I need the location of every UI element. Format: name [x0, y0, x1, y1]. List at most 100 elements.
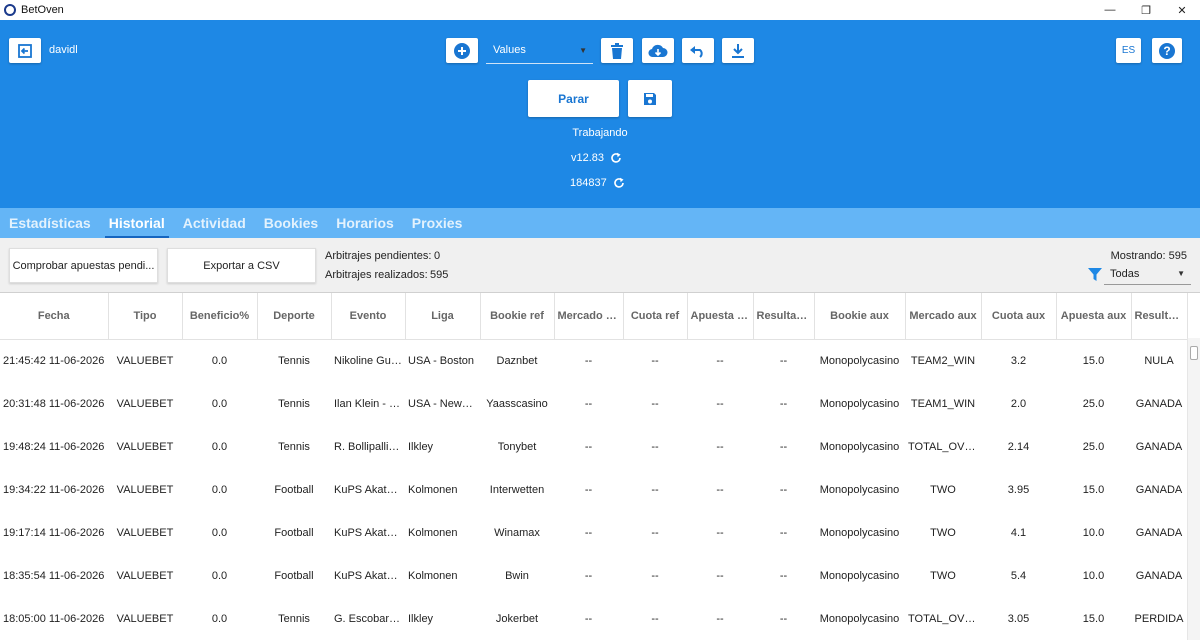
add-button[interactable]	[446, 38, 478, 63]
mode-select-value: Values	[493, 44, 526, 56]
table-cell: 25.0	[1082, 440, 1105, 453]
undo-button[interactable]	[682, 38, 714, 63]
table-cell: Kolmonen	[408, 526, 458, 539]
table-cell: --	[779, 483, 788, 496]
column-header[interactable]: Fecha	[0, 293, 109, 340]
table-cell: Kolmonen	[408, 483, 458, 496]
result-filter-select[interactable]: Todas ▼	[1104, 264, 1191, 285]
tab-horarios[interactable]: Horarios	[336, 208, 394, 238]
table-cell: --	[651, 483, 659, 496]
table-header-row: Fecha Tipo Beneficio% Deporte Evento Liga Book…	[0, 293, 1188, 340]
table-row[interactable]: 19:48:24 11-06-2026 VALUEBET 0.0 Tennis R. B…	[0, 425, 1187, 468]
column-header[interactable]: Bookie aux	[814, 293, 906, 340]
table-row[interactable]: 19:17:14 11-06-2026 VALUEBET 0.0 Football Ku…	[0, 511, 1187, 554]
export-csv-button[interactable]: Exportar a CSV	[167, 248, 316, 283]
table-cell: 10.0	[1082, 569, 1105, 582]
language-button[interactable]: ES	[1116, 38, 1141, 63]
table-cell: 2.14	[1007, 440, 1030, 453]
tab-proxies[interactable]: Proxies	[412, 208, 463, 238]
maximize-button[interactable]: ❐	[1128, 0, 1164, 20]
tab-bookies[interactable]: Bookies	[264, 208, 318, 238]
undo-icon	[690, 45, 703, 58]
pending-arbs-value: 0	[434, 250, 441, 262]
save-button[interactable]	[628, 80, 672, 117]
cloud-download-button[interactable]	[642, 38, 674, 63]
table-cell: Yaasscasino	[486, 397, 548, 410]
column-header[interactable]: Resultad...	[753, 293, 815, 340]
column-header[interactable]: Bookie ref	[480, 293, 555, 340]
column-header[interactable]: Liga	[405, 293, 481, 340]
table-cell: TEAM1_WIN	[910, 397, 976, 410]
column-header[interactable]: Deporte	[257, 293, 332, 340]
table-cell: --	[716, 612, 724, 625]
column-header[interactable]: Beneficio%	[182, 293, 258, 340]
tab-actividad[interactable]: Actividad	[183, 208, 246, 238]
table-cell: Monopolycasino	[819, 569, 900, 582]
column-header[interactable]: Mercado ref	[554, 293, 624, 340]
vertical-scrollbar[interactable]	[1187, 338, 1200, 640]
table-cell: Winamax	[494, 526, 540, 539]
table-body: 21:45:42 11-06-2026 VALUEBET 0.0 Tennis Niko…	[0, 339, 1187, 640]
tab-estadisticas[interactable]: Estadísticas	[9, 208, 91, 238]
table-cell: GANADA	[1135, 483, 1183, 496]
column-header[interactable]: Cuota aux	[981, 293, 1057, 340]
table-cell: Nikoline Gulla...	[334, 354, 405, 367]
stop-button[interactable]: Parar	[528, 80, 619, 117]
table-row[interactable]: 21:45:42 11-06-2026 VALUEBET 0.0 Tennis Niko…	[0, 339, 1187, 382]
table-cell: 0.0	[211, 397, 228, 410]
table-row[interactable]: 19:34:22 11-06-2026 VALUEBET 0.0 Football Ku…	[0, 468, 1187, 511]
table-row[interactable]: 18:35:54 11-06-2026 VALUEBET 0.0 Football Ku…	[0, 554, 1187, 597]
table-cell: 15.0	[1082, 483, 1105, 496]
table-cell: --	[779, 354, 788, 367]
column-header[interactable]: Resultad...	[1131, 293, 1188, 340]
column-header[interactable]: Apuesta ref	[687, 293, 754, 340]
table-cell: --	[584, 354, 593, 367]
table-cell: 25.0	[1082, 397, 1105, 410]
table-row[interactable]: 20:31:48 11-06-2026 VALUEBET 0.0 Tennis Ilan…	[0, 382, 1187, 425]
status-text: Trabajando	[572, 127, 628, 139]
logout-button[interactable]	[9, 38, 41, 63]
tab-historial[interactable]: Historial	[104, 208, 169, 238]
table-cell: USA - Boston	[408, 354, 475, 367]
table-cell: 19:34:22 11-06-2026	[3, 483, 105, 496]
table-cell: 5.4	[1010, 569, 1027, 582]
version-line: v12.83	[571, 152, 622, 164]
table-cell: VALUEBET	[116, 526, 174, 539]
table-cell: --	[584, 397, 593, 410]
table-cell: --	[779, 569, 788, 582]
save-icon	[644, 92, 656, 105]
column-header[interactable]: Apuesta aux	[1056, 293, 1132, 340]
table-cell: 4.1	[1010, 526, 1027, 539]
result-filter-value: Todas	[1110, 268, 1140, 280]
close-button[interactable]: ✕	[1164, 0, 1200, 20]
column-header[interactable]: Cuota ref	[623, 293, 688, 340]
mode-select[interactable]: Values ▼	[486, 38, 593, 64]
delete-button[interactable]	[601, 38, 633, 63]
column-header[interactable]: Evento	[331, 293, 406, 340]
table-cell: --	[716, 483, 724, 496]
table-cell: 3.05	[1007, 612, 1030, 625]
help-button[interactable]: ?	[1152, 38, 1182, 63]
refresh-icon[interactable]	[613, 177, 625, 189]
table-cell: R. Bollipalli/T. ...	[334, 440, 405, 453]
check-pending-bets-button[interactable]: Comprobar apuestas pendi...	[9, 248, 158, 283]
table-cell: Tonybet	[497, 440, 537, 453]
filter-icon	[1088, 268, 1102, 281]
chevron-down-icon: ▼	[1177, 269, 1185, 278]
refresh-icon[interactable]	[610, 152, 622, 164]
table-cell: 2.0	[1010, 397, 1027, 410]
table-row[interactable]: 18:05:00 11-06-2026 VALUEBET 0.0 Tennis G. E…	[0, 597, 1187, 640]
table-cell: --	[651, 569, 659, 582]
table-cell: VALUEBET	[116, 569, 174, 582]
table-cell: --	[779, 397, 788, 410]
trash-icon	[611, 42, 623, 59]
table-cell: USA - Newpo...	[408, 397, 480, 410]
column-header[interactable]: Tipo	[108, 293, 183, 340]
scrollbar-thumb[interactable]	[1190, 346, 1198, 360]
download-button[interactable]	[722, 38, 754, 63]
column-header[interactable]: Mercado aux	[905, 293, 982, 340]
minimize-button[interactable]: —	[1092, 0, 1128, 20]
table-cell: --	[651, 397, 659, 410]
table-cell: 20:31:48 11-06-2026	[3, 397, 105, 410]
logout-icon	[18, 43, 32, 58]
